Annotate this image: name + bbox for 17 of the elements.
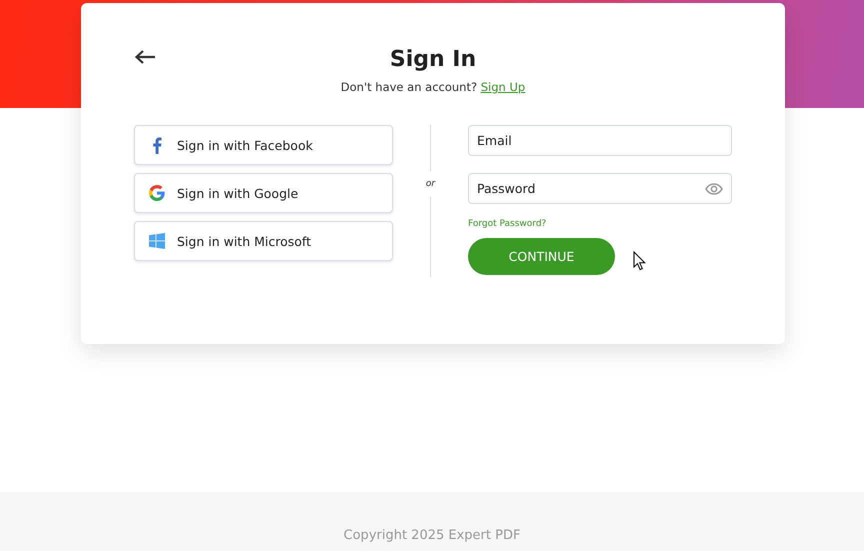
continue-button[interactable]: CONTINUE [468,238,615,275]
page-title: Sign In [390,47,476,73]
or-divider-label: or [426,178,436,191]
windows-logo-icon [149,233,165,249]
back-arrow-icon[interactable] [134,49,156,65]
mouse-cursor-icon [633,251,646,271]
social-sign-in-button[interactable]: Sign in with Microsoft [134,221,393,261]
google-g-icon [149,185,165,201]
forgot-password-link[interactable]: Forgot Password? [468,219,546,229]
social-sign-in-button[interactable]: Sign in with Google [134,173,393,213]
social-sign-in-button[interactable]: Sign in with Facebook [134,125,393,165]
eye-icon[interactable] [705,182,723,194]
password-field[interactable]: Password [468,173,732,204]
signup-prompt: Don't have an account? [340,80,478,94]
sign-up-link[interactable]: Sign Up [480,80,526,94]
email-field[interactable]: Email [468,125,732,156]
copyright-text: Copyright 2025 Expert PDF [344,528,520,543]
